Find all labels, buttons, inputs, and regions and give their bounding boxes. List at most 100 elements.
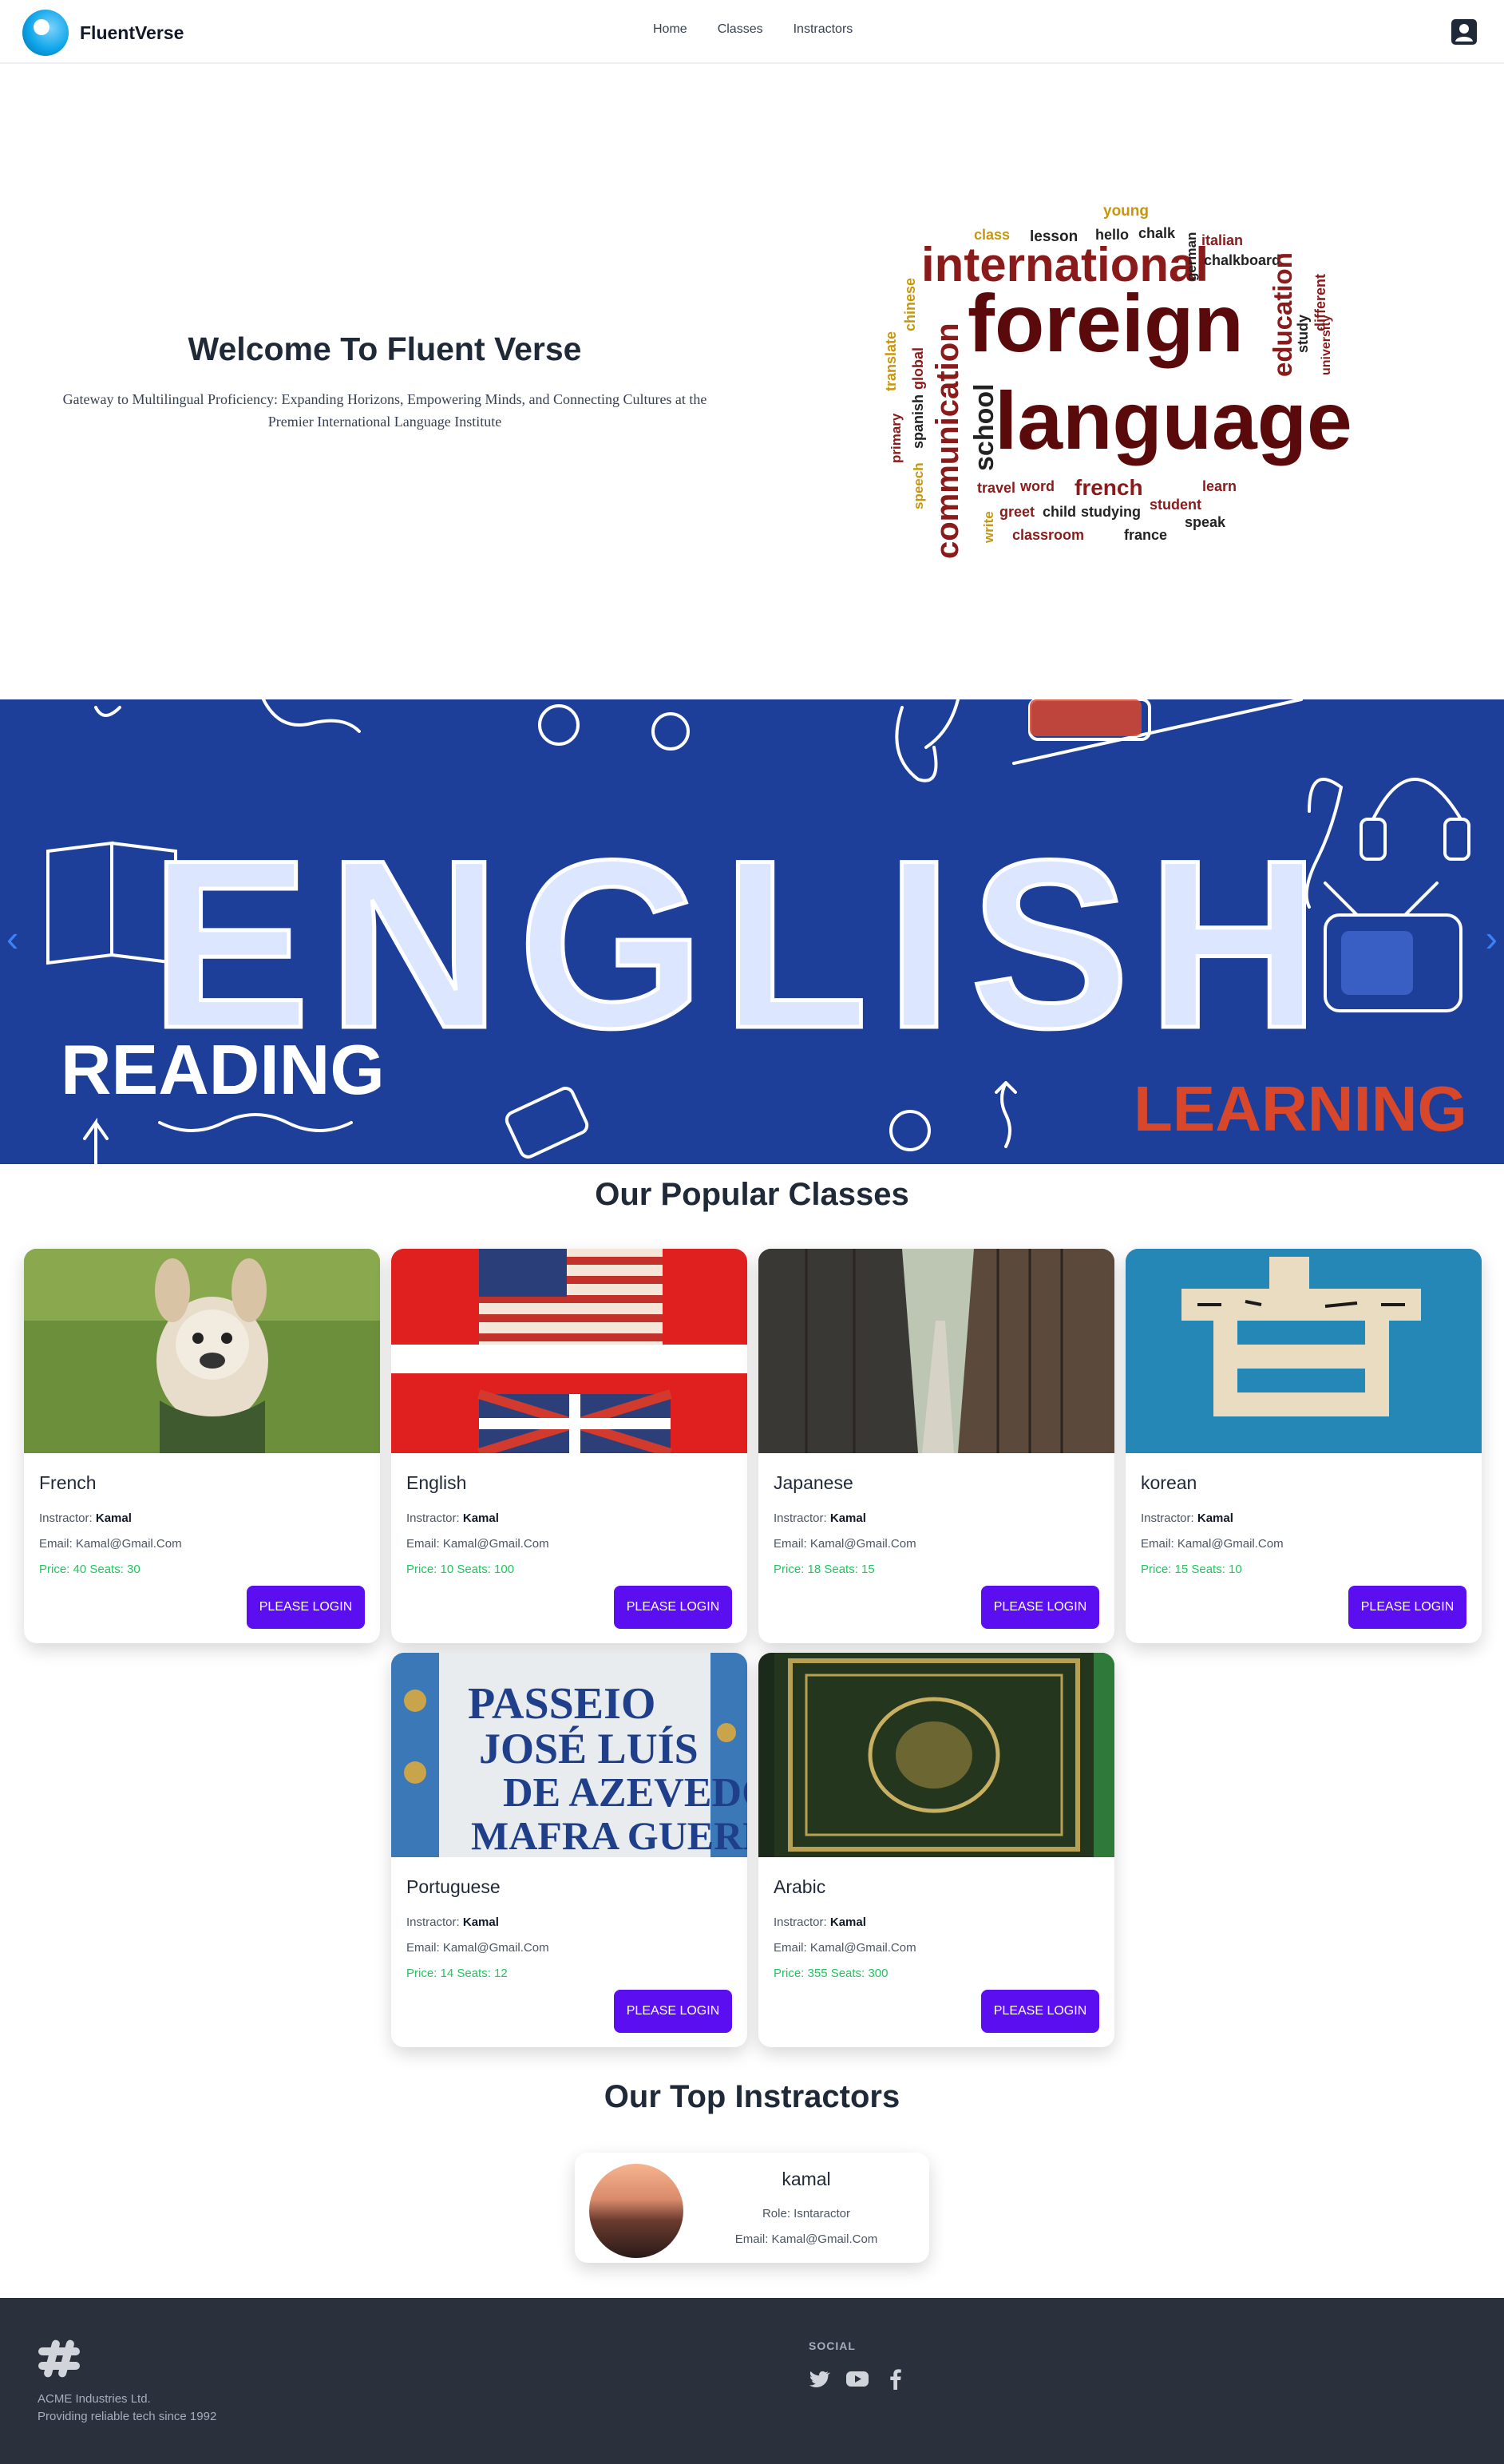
- wordcloud-word: travel: [977, 480, 1015, 496]
- class-card-body: English Instractor: Kamal Email: Kamal@G…: [406, 1472, 732, 1576]
- brand-link[interactable]: FluentVerse: [22, 10, 184, 56]
- instructor-name: Kamal: [829, 1915, 866, 1929]
- class-price-seats: Price: 18 Seats: 15: [774, 1563, 875, 1576]
- email-label: Email:: [39, 1537, 76, 1551]
- banner-right-caption: LEARNING: [1134, 1073, 1467, 1144]
- class-price-seats: Price: 40 Seats: 30: [39, 1563, 141, 1576]
- class-card-body: Japanese Instractor: Kamal Email: Kamal@…: [774, 1472, 1099, 1576]
- class-image-japanese: [758, 1249, 1114, 1453]
- svg-text:DE AZEVEDO: DE AZEVEDO: [503, 1770, 747, 1816]
- email-label: Email:: [406, 1537, 443, 1551]
- footer: ACME Industries Ltd. Providing reliable …: [0, 2298, 1504, 2464]
- class-email: Email: Kamal@Gmail.Com: [774, 1537, 1099, 1551]
- nav-classes-link[interactable]: Classes: [718, 22, 763, 37]
- instructor-label: Instractor:: [39, 1511, 96, 1525]
- wordcloud-word: french: [1075, 475, 1143, 500]
- please-login-button[interactable]: PLEASE LOGIN: [614, 1586, 732, 1629]
- wordcloud-word: global: [910, 347, 926, 390]
- wordcloud-word: spanish: [910, 394, 926, 449]
- email-value: Kamal@Gmail.Com: [1177, 1537, 1284, 1551]
- class-price-seats: Price: 15 Seats: 10: [1141, 1563, 1242, 1576]
- wordcloud-word: primary: [889, 413, 904, 463]
- wordcloud-word: child: [1043, 504, 1076, 520]
- instructor-name: Kamal: [1197, 1511, 1233, 1525]
- class-price-seats: Price: 10 Seats: 100: [406, 1563, 515, 1576]
- wordcloud-word: translate: [883, 331, 899, 391]
- class-card-body: French Instractor: Kamal Email: Kamal@Gm…: [39, 1472, 365, 1576]
- banner-next-arrow-icon[interactable]: ›: [1486, 917, 1498, 960]
- brand-name: FluentVerse: [80, 22, 184, 43]
- class-instructor: Instractor: Kamal: [406, 1511, 732, 1525]
- user-profile-icon[interactable]: [1450, 18, 1478, 46]
- banner-prev-arrow-icon[interactable]: ‹: [6, 917, 18, 960]
- class-image-arabic: [758, 1653, 1114, 1857]
- class-instructor: Instractor: Kamal: [774, 1511, 1099, 1525]
- email-value: Kamal@Gmail.Com: [442, 1941, 549, 1955]
- wordcloud-word: education: [1268, 252, 1297, 377]
- instructor-name: Kamal: [829, 1511, 866, 1525]
- twitter-icon[interactable]: [807, 2367, 831, 2391]
- class-card: French Instractor: Kamal Email: Kamal@Gm…: [24, 1249, 380, 1643]
- email-label: Email:: [774, 1941, 810, 1955]
- instructor-label: Instractor:: [406, 1511, 463, 1525]
- class-name: Portuguese: [406, 1876, 501, 1897]
- footer-company: ACME Industries Ltd.: [38, 2392, 151, 2406]
- banner-left-caption: READING: [61, 1030, 385, 1109]
- wordcloud-word: classroom: [1012, 527, 1084, 543]
- social-icons: [807, 2367, 908, 2391]
- english-banner-image: ENGLISH READING LEARNING: [0, 699, 1504, 1164]
- brand-logo-icon: [22, 10, 69, 56]
- wordcloud-word: communication: [930, 323, 965, 559]
- wordcloud-word: language: [995, 375, 1352, 466]
- please-login-button[interactable]: PLEASE LOGIN: [981, 1990, 1099, 2033]
- wordcloud-word: young: [1103, 203, 1149, 220]
- instructor-card: kamal Role: Isntaractor Email: Kamal@Gma…: [575, 2153, 929, 2263]
- class-card: korean Instractor: Kamal Email: Kamal@Gm…: [1126, 1249, 1482, 1643]
- please-login-button[interactable]: PLEASE LOGIN: [981, 1586, 1099, 1629]
- class-image-korean: [1126, 1249, 1482, 1453]
- class-email: Email: Kamal@Gmail.Com: [406, 1537, 732, 1551]
- language-wordcloud-image: young class lesson hello chalk italian i…: [883, 203, 1352, 559]
- nav-home-link[interactable]: Home: [653, 22, 687, 37]
- class-name: Japanese: [774, 1472, 853, 1493]
- wordcloud-word: speak: [1185, 514, 1226, 530]
- class-instructor: Instractor: Kamal: [406, 1915, 732, 1929]
- class-image-portuguese: PASSEIO JOSÉ LUÍS DE AZEVEDO MAFRA GUERR: [391, 1653, 747, 1858]
- hashtag-logo-icon: [38, 2339, 80, 2378]
- class-name: English: [406, 1472, 467, 1493]
- wordcloud-word: learn: [1202, 478, 1237, 494]
- wordcloud-word: german: [1184, 232, 1199, 281]
- please-login-button[interactable]: PLEASE LOGIN: [1348, 1586, 1466, 1629]
- email-value: Kamal@Gmail.Com: [75, 1537, 182, 1551]
- please-login-button[interactable]: PLEASE LOGIN: [247, 1586, 365, 1629]
- instructor-label: Instractor:: [774, 1915, 830, 1929]
- nav-instructors-link[interactable]: Instractors: [794, 22, 853, 37]
- instructor-email: Email: Kamal@Gmail.Com: [734, 2232, 878, 2246]
- class-card-body: Portuguese Instractor: Kamal Email: Kama…: [406, 1876, 732, 1980]
- wordcloud-word: france: [1124, 527, 1167, 543]
- svg-text:PASSEIO: PASSEIO: [468, 1679, 655, 1729]
- email-value: Kamal@Gmail.Com: [809, 1941, 916, 1955]
- facebook-icon[interactable]: [884, 2367, 908, 2391]
- svg-text:JOSÉ LUÍS: JOSÉ LUÍS: [479, 1725, 699, 1773]
- class-email: Email: Kamal@Gmail.Com: [1141, 1537, 1466, 1551]
- class-instructor: Instractor: Kamal: [39, 1511, 365, 1525]
- class-card-body: korean Instractor: Kamal Email: Kamal@Gm…: [1141, 1472, 1466, 1576]
- class-name: korean: [1141, 1472, 1197, 1493]
- class-card: Japanese Instractor: Kamal Email: Kamal@…: [758, 1249, 1114, 1643]
- class-instructor: Instractor: Kamal: [774, 1915, 1099, 1929]
- email-label: Email:: [774, 1537, 810, 1551]
- email-value: Kamal@Gmail.Com: [442, 1537, 549, 1551]
- instructor-avatar: [589, 2164, 683, 2258]
- class-price-seats: Price: 14 Seats: 12: [406, 1967, 508, 1980]
- class-email: Email: Kamal@Gmail.Com: [406, 1941, 732, 1955]
- instructor-role: Role: Isntaractor: [762, 2207, 851, 2220]
- instructor-name: kamal: [782, 2169, 831, 2189]
- social-title: SOCIAL: [809, 2339, 856, 2352]
- instructor-label: Instractor:: [406, 1915, 463, 1929]
- youtube-icon[interactable]: [845, 2367, 869, 2391]
- please-login-button[interactable]: PLEASE LOGIN: [614, 1990, 732, 2033]
- wordcloud-word: speech: [911, 462, 926, 509]
- class-image-french: [24, 1249, 380, 1453]
- wordcloud-word: chinese: [902, 278, 918, 331]
